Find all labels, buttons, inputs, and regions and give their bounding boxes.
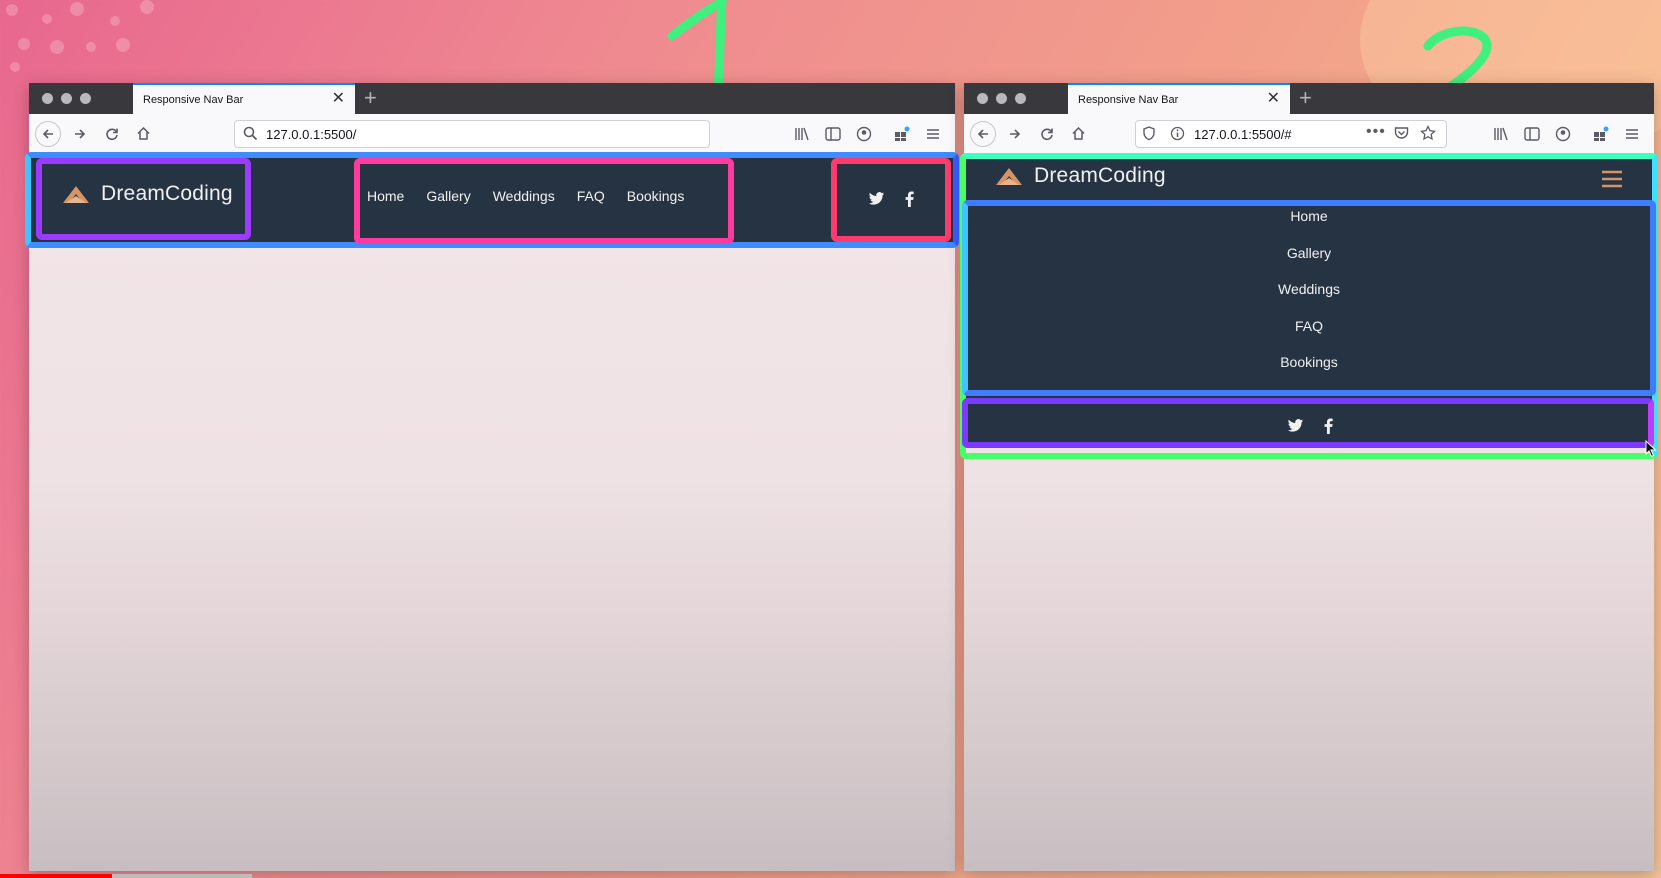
forward-arrow-icon[interactable] bbox=[67, 114, 93, 153]
video-progress-played bbox=[0, 874, 112, 878]
shield-icon bbox=[1142, 126, 1156, 146]
forward-arrow-icon[interactable] bbox=[1002, 114, 1028, 153]
nav-item-faq[interactable]: FAQ bbox=[577, 188, 605, 204]
pocket-icon[interactable] bbox=[1394, 126, 1409, 145]
bg-dot bbox=[6, 4, 18, 16]
facebook-icon[interactable] bbox=[1324, 418, 1333, 434]
logo-icon bbox=[996, 168, 1022, 185]
nav-item-bookings[interactable]: Bookings bbox=[627, 188, 685, 204]
logo[interactable]: DreamCoding bbox=[994, 164, 1166, 188]
minimize-window-icon[interactable] bbox=[61, 93, 72, 104]
bg-dot bbox=[50, 40, 64, 54]
home-icon[interactable] bbox=[130, 114, 156, 153]
page-actions-icon[interactable]: ••• bbox=[1366, 123, 1386, 141]
tab-title: Responsive Nav Bar bbox=[1078, 94, 1179, 106]
browser-window-mobile: Responsive Nav Bar ✕ + 127.0.0.1:5500/# … bbox=[964, 83, 1654, 871]
maximize-window-icon[interactable] bbox=[1015, 93, 1026, 104]
nav-item-weddings[interactable]: Weddings bbox=[1278, 271, 1340, 308]
window-controls bbox=[42, 93, 91, 104]
mouse-cursor-icon bbox=[1645, 440, 1657, 458]
navbar: DreamCoding Home Gallery Weddings FAQ Bo… bbox=[964, 154, 1654, 444]
nav-menu: Home Gallery Weddings FAQ Bookings bbox=[367, 188, 684, 204]
close-tab-icon[interactable]: ✕ bbox=[1267, 89, 1280, 109]
back-button[interactable] bbox=[970, 114, 996, 153]
url-text: 127.0.0.1:5500/ bbox=[266, 127, 357, 142]
menu-icon[interactable] bbox=[1619, 114, 1645, 153]
bg-dot bbox=[70, 2, 84, 16]
window-controls bbox=[977, 93, 1026, 104]
close-window-icon[interactable] bbox=[977, 93, 988, 104]
page-content: DreamCoding Home Gallery Weddings FAQ Bo… bbox=[29, 154, 955, 871]
search-icon bbox=[243, 126, 258, 146]
nav-item-gallery[interactable]: Gallery bbox=[426, 188, 470, 204]
extensions-icon[interactable] bbox=[1588, 114, 1614, 153]
browser-toolbar: 127.0.0.1:5500/ bbox=[29, 114, 955, 154]
navbar: DreamCoding Home Gallery Weddings FAQ Bo… bbox=[29, 154, 955, 244]
browser-window-desktop: Responsive Nav Bar ✕ + 127.0.0.1:5500/ D… bbox=[29, 83, 955, 871]
brand-name: DreamCoding bbox=[1034, 164, 1166, 187]
facebook-icon[interactable] bbox=[905, 191, 914, 207]
minimize-window-icon[interactable] bbox=[996, 93, 1007, 104]
annotation-label-2: 2 bbox=[1456, 30, 1457, 31]
reload-icon[interactable] bbox=[1034, 114, 1060, 153]
reload-icon[interactable] bbox=[99, 114, 125, 153]
nav-item-faq[interactable]: FAQ bbox=[1295, 308, 1323, 345]
extensions-icon[interactable] bbox=[889, 114, 915, 153]
browser-toolbar: 127.0.0.1:5500/# ••• bbox=[964, 114, 1654, 154]
bg-dot bbox=[10, 62, 20, 72]
hamburger-icon[interactable] bbox=[1601, 170, 1623, 193]
library-icon[interactable] bbox=[789, 114, 815, 153]
nav-item-home[interactable]: Home bbox=[367, 188, 404, 204]
browser-tab[interactable]: Responsive Nav Bar ✕ bbox=[1068, 83, 1290, 114]
brand-name: DreamCoding bbox=[101, 182, 233, 205]
twitter-icon[interactable] bbox=[868, 192, 885, 206]
nav-menu: Home Gallery Weddings FAQ Bookings bbox=[964, 198, 1654, 381]
sidebar-icon[interactable] bbox=[1519, 114, 1545, 153]
url-bar[interactable]: 127.0.0.1:5500/ bbox=[234, 120, 710, 148]
account-icon[interactable] bbox=[851, 114, 877, 153]
bookmark-star-icon[interactable] bbox=[1420, 124, 1436, 146]
social-links bbox=[868, 191, 914, 207]
menu-icon[interactable] bbox=[920, 114, 946, 153]
sidebar-icon[interactable] bbox=[820, 114, 846, 153]
video-progress-buffered bbox=[112, 874, 252, 878]
url-bar[interactable]: 127.0.0.1:5500/# ••• bbox=[1135, 120, 1447, 148]
library-icon[interactable] bbox=[1488, 114, 1514, 153]
close-window-icon[interactable] bbox=[42, 93, 53, 104]
logo-icon bbox=[63, 186, 89, 203]
tab-title: Responsive Nav Bar bbox=[143, 94, 244, 106]
bg-dot bbox=[116, 38, 130, 52]
browser-tab[interactable]: Responsive Nav Bar ✕ bbox=[133, 83, 355, 114]
page-content: DreamCoding Home Gallery Weddings FAQ Bo… bbox=[964, 154, 1654, 871]
bg-dot bbox=[42, 14, 52, 24]
nav-item-home[interactable]: Home bbox=[1290, 198, 1327, 235]
back-arrow-icon bbox=[970, 120, 996, 147]
bg-dot bbox=[86, 42, 96, 52]
tab-bar: Responsive Nav Bar ✕ + bbox=[964, 83, 1654, 114]
nav-item-bookings[interactable]: Bookings bbox=[1280, 344, 1338, 381]
back-arrow-icon bbox=[35, 120, 61, 147]
bg-dot bbox=[110, 16, 120, 26]
bg-dot bbox=[18, 38, 30, 50]
url-text: 127.0.0.1:5500/# bbox=[1194, 127, 1292, 142]
social-links bbox=[1287, 418, 1333, 434]
logo[interactable]: DreamCoding bbox=[61, 182, 233, 206]
twitter-icon[interactable] bbox=[1287, 419, 1304, 433]
nav-item-weddings[interactable]: Weddings bbox=[493, 188, 555, 204]
nav-item-gallery[interactable]: Gallery bbox=[1287, 235, 1331, 272]
home-icon[interactable] bbox=[1065, 114, 1091, 153]
bg-dot bbox=[140, 0, 154, 14]
back-button[interactable] bbox=[35, 114, 61, 153]
account-icon[interactable] bbox=[1550, 114, 1576, 153]
new-tab-icon[interactable]: + bbox=[1299, 85, 1312, 111]
tab-bar: Responsive Nav Bar ✕ + bbox=[29, 83, 955, 114]
maximize-window-icon[interactable] bbox=[80, 93, 91, 104]
close-tab-icon[interactable]: ✕ bbox=[332, 89, 345, 109]
new-tab-icon[interactable]: + bbox=[364, 85, 377, 111]
info-icon[interactable] bbox=[1170, 126, 1185, 146]
annotation-label-1: 1 bbox=[698, 2, 699, 3]
